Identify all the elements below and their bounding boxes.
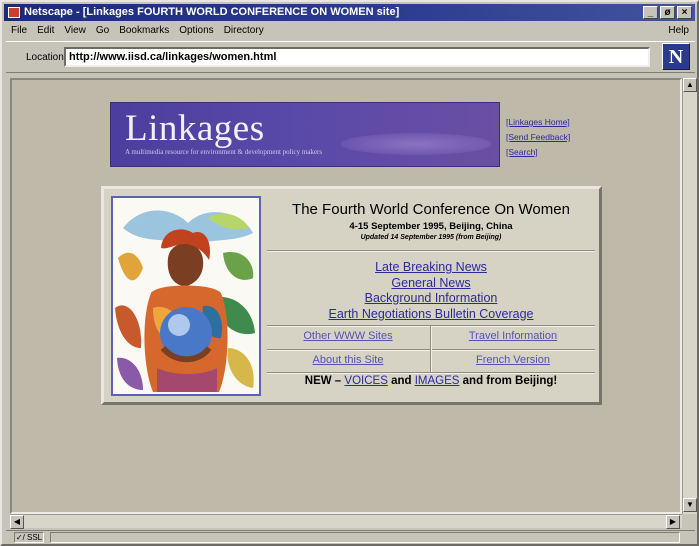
menu-directory[interactable]: Directory [219,23,269,39]
location-input[interactable]: http://www.iisd.ca/linkages/women.html [64,47,650,67]
netscape-app-icon[interactable] [8,7,20,18]
location-label: Location: [26,52,67,63]
conference-panel: The Fourth World Conference On Women 4-1… [101,186,602,405]
travel-information-label[interactable]: Travel Information [469,330,557,342]
conference-artwork [111,196,261,396]
about-this-site-label[interactable]: About this Site [313,354,384,366]
location-bar: Location: http://www.iisd.ca/linkages/wo… [6,41,695,73]
window-title: Netscape - [Linkages FOURTH WORLD CONFER… [24,6,400,18]
conference-title: The Fourth World Conference On Women [292,201,570,218]
conference-dates: 4-15 September 1995, Beijing, China [349,221,513,232]
news-prefix: NEW – [304,375,345,387]
scroll-right-icon[interactable]: ▶ [666,515,680,529]
link-about-this-site[interactable]: About this Site [267,350,429,372]
news-announcement: NEW – VOICES and IMAGES and from Beijing… [267,375,595,387]
close-button[interactable]: × [677,6,692,19]
other-www-sites-label[interactable]: Other WWW Sites [303,330,392,342]
scroll-left-icon[interactable]: ◀ [10,515,24,529]
menu-help[interactable]: Help [663,23,695,39]
link-send-feedback[interactable]: [Send Feedback] [506,130,570,145]
link-french-version[interactable]: French Version [432,350,594,372]
link-voices[interactable]: VOICES [344,375,387,387]
menu-bookmarks[interactable]: Bookmarks [114,23,174,39]
horizontal-scrollbar[interactable]: ◀ ▶ [10,514,682,529]
menu-edit[interactable]: Edit [32,23,59,39]
window-controls: _ ø × [643,6,692,19]
banner-subtitle: A multimedia resource for environment & … [125,148,323,156]
link-late-breaking-news[interactable]: Late Breaking News [267,260,595,276]
menu-options[interactable]: Options [174,23,218,39]
netscape-logo-icon[interactable]: N [662,43,690,70]
woman-holding-globe-illustration [113,198,259,394]
menu-go[interactable]: Go [91,23,114,39]
link-images[interactable]: IMAGES [415,375,460,387]
status-message [50,532,680,543]
banner-title: Linkages [125,108,265,149]
scroll-up-icon[interactable]: ▲ [683,78,697,92]
divider [267,250,595,252]
restore-button[interactable]: ø [660,6,675,19]
title-bar[interactable]: Netscape - [Linkages FOURTH WORLD CONFER… [4,4,695,21]
linkages-banner[interactable]: Linkages A multimedia resource for envir… [110,102,500,167]
vertical-scrollbar[interactable]: ▲ ▼ [682,78,697,514]
news-suffix: and from Beijing! [459,375,558,387]
link-other-www-sites[interactable]: Other WWW Sites [267,326,429,348]
menu-view[interactable]: View [59,23,91,39]
browser-window: Netscape - [Linkages FOURTH WORLD CONFER… [0,0,699,546]
scroll-down-icon[interactable]: ▼ [683,498,697,512]
link-enb-coverage[interactable]: Earth Negotiations Bulletin Coverage [267,307,595,323]
security-key-icon[interactable]: ✓/ SSL [14,532,44,543]
news-mid: and [387,375,415,387]
link-travel-information[interactable]: Travel Information [432,326,594,348]
divider [267,372,595,374]
menu-file[interactable]: File [6,23,32,39]
status-bar: ✓/ SSL [6,530,695,544]
link-search[interactable]: [Search] [506,145,570,160]
french-version-label[interactable]: French Version [476,354,550,366]
link-background-information[interactable]: Background Information [267,291,595,307]
banner-swoosh [341,133,491,155]
conference-details: The Fourth World Conference On Women 4-1… [267,193,595,399]
link-linkages-home[interactable]: [Linkages Home] [506,115,570,130]
minimize-button[interactable]: _ [643,6,658,19]
conference-updated: Updated 14 September 1995 (from Beijing) [360,234,502,241]
main-links: Late Breaking News General News Backgrou… [267,260,595,322]
grid-divider [430,326,432,372]
side-links: [Linkages Home] [Send Feedback] [Search] [506,115,570,160]
menu-bar: File Edit View Go Bookmarks Options Dire… [6,23,695,39]
link-general-news[interactable]: General News [267,276,595,292]
page-viewport: Linkages A multimedia resource for envir… [10,78,682,514]
